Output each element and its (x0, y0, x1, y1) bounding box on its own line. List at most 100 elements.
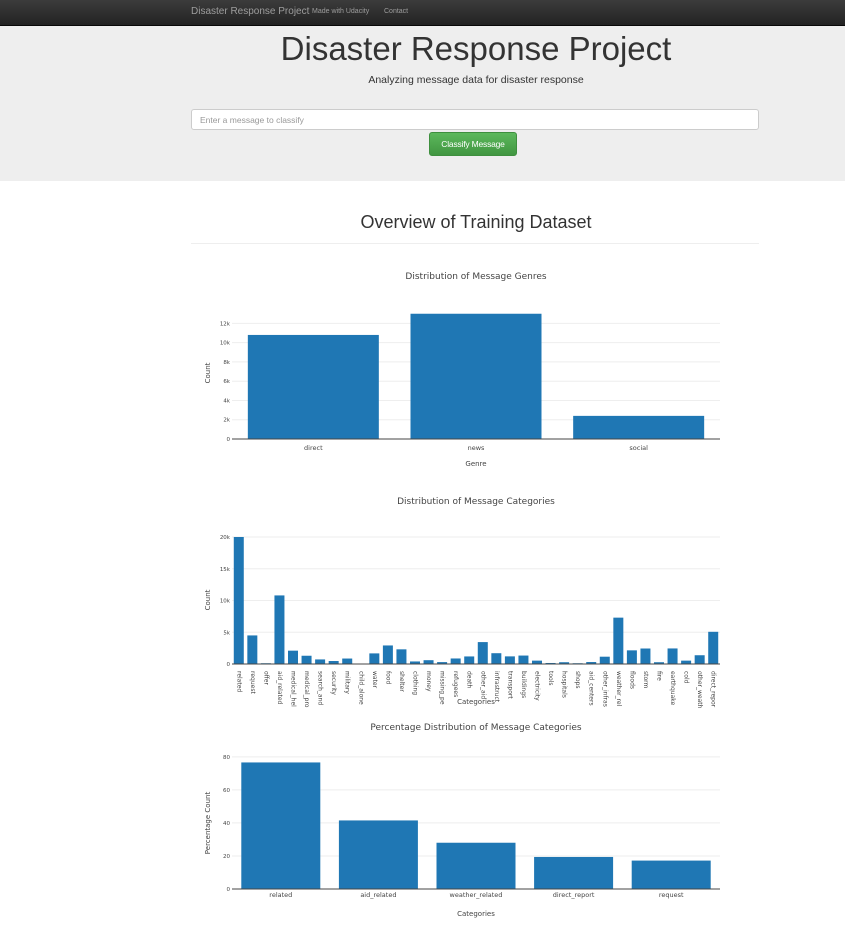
y-axis-title: Count (204, 362, 212, 383)
navbar-brand[interactable]: Disaster Response Project (191, 6, 309, 17)
bar (518, 655, 529, 664)
x-axis-title: Genre (465, 460, 486, 468)
bar (477, 642, 488, 664)
x-tick-label: cold (683, 671, 690, 684)
y-tick-label: 0 (227, 662, 231, 668)
page-title: Disaster Response Project (280, 30, 672, 67)
jumbotron: Disaster Response Project Analyzing mess… (0, 26, 845, 181)
x-tick-label: food (384, 671, 391, 684)
bar (369, 653, 380, 664)
chart-title: Distribution of Message Categories (397, 497, 555, 507)
bar (436, 842, 516, 889)
y-axis-title: Count (204, 589, 212, 610)
bar (396, 649, 407, 664)
x-tick-label: floods (628, 671, 635, 689)
bar (247, 334, 379, 439)
x-tick-label: fire (656, 671, 663, 681)
bar (534, 856, 614, 889)
bar (233, 537, 244, 664)
y-axis-title: Percentage Count (204, 792, 212, 855)
bar (315, 659, 326, 664)
x-tick-label: missing_pe (439, 671, 446, 705)
bar (613, 617, 624, 664)
navbar: Disaster Response Project Made with Udac… (0, 0, 845, 26)
x-tick-label: other_aid (479, 671, 486, 699)
bar (708, 631, 719, 664)
bar (491, 653, 502, 664)
y-tick-label: 10k (220, 341, 231, 347)
x-tick-label: clothing (412, 671, 419, 695)
x-tick-label: medical_pro (303, 671, 310, 708)
y-tick-label: 2k (223, 418, 230, 424)
x-axis-title: Categories (457, 698, 495, 706)
y-tick-label: 8k (223, 360, 230, 366)
x-tick-label: security (330, 671, 337, 695)
bar (681, 660, 692, 664)
x-tick-label: weather_rel (615, 671, 622, 707)
x-tick-label: aid_related (276, 671, 283, 705)
bar (342, 658, 353, 664)
x-tick-label: aid_related (360, 891, 396, 899)
x-tick-label: transport (506, 671, 513, 699)
bar (410, 313, 542, 439)
x-tick-label: other_weath (696, 671, 703, 709)
x-tick-label: direct_repor (710, 671, 717, 708)
classify-message-button[interactable]: Classify Message (429, 132, 517, 156)
nav-link-udacity[interactable]: Made with Udacity (312, 8, 369, 15)
x-tick-label: storm (642, 671, 649, 689)
genre-distribution-chart: Distribution of Message Genres 0 2k 4k 6k 8k 1… (204, 272, 720, 468)
bar (450, 658, 461, 664)
x-tick-label: related (235, 671, 242, 692)
y-tick-label: 12k (220, 321, 231, 327)
y-tick-label: 0 (227, 437, 231, 443)
x-axis-title: Categories (457, 910, 495, 918)
y-tick-label: 4k (223, 398, 230, 404)
message-input[interactable] (191, 109, 759, 130)
x-tick-label: refugees (452, 671, 459, 697)
bar (274, 595, 285, 664)
bar (667, 648, 678, 664)
x-tick-label: military (344, 671, 351, 694)
x-tick-label: child_alone (357, 671, 364, 705)
x-tick-label: social (629, 444, 648, 452)
x-tick-label: buildings (520, 671, 527, 698)
x-tick-label: tools (547, 671, 554, 686)
category-distribution-chart: Distribution of Message Categories 0 5k 10k… (204, 497, 720, 709)
bar (423, 660, 434, 664)
y-tick-label: 40 (223, 821, 230, 827)
y-tick-label: 10k (220, 599, 231, 605)
bar (464, 656, 475, 664)
bar (247, 635, 258, 664)
x-tick-label: news (468, 444, 485, 452)
bar (694, 655, 705, 664)
x-tick-label: death (466, 671, 473, 689)
bar (301, 655, 312, 664)
category-percentage-chart: Percentage Distribution of Message Categ… (204, 723, 720, 918)
x-tick-label: other_infras (601, 671, 608, 707)
bar (382, 645, 393, 664)
x-tick-label: aid_centers (588, 671, 595, 706)
y-tick-label: 15k (220, 567, 231, 573)
x-tick-label: request (249, 671, 256, 694)
x-tick-label: hospitals (561, 671, 568, 698)
bar (288, 650, 298, 664)
bar (631, 860, 711, 889)
y-tick-label: 20k (220, 535, 231, 541)
x-tick-label: electricity (534, 671, 541, 701)
nav-link-contact[interactable]: Contact (384, 8, 408, 15)
x-tick-label: medical_hel (290, 671, 297, 707)
x-tick-label: request (659, 891, 684, 899)
x-tick-label: weather_related (450, 891, 503, 899)
bar (241, 762, 321, 889)
y-tick-label: 20 (223, 854, 230, 860)
bar (640, 648, 651, 664)
bar (338, 820, 418, 889)
y-tick-label: 6k (223, 379, 230, 385)
chart-title: Distribution of Message Genres (405, 272, 546, 282)
x-tick-label: money (425, 671, 432, 692)
page-subtitle: Analyzing message data for disaster resp… (368, 74, 584, 86)
x-tick-label: earthquake (669, 671, 676, 706)
bar (599, 656, 610, 664)
x-tick-label: related (269, 891, 292, 899)
x-tick-label: shops (574, 671, 581, 689)
